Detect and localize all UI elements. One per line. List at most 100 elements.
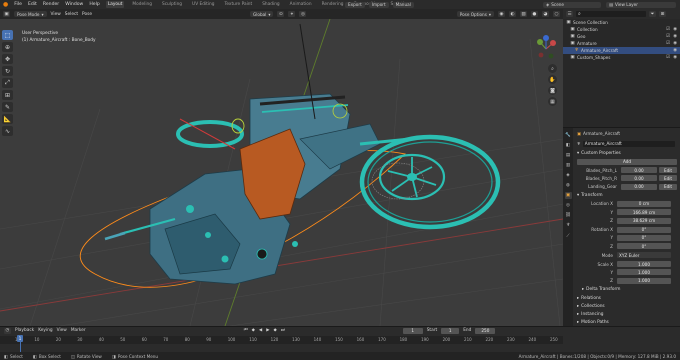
scene-field[interactable]: ◈ Scene: [543, 1, 601, 8]
play-reverse-icon[interactable]: ◀: [259, 328, 262, 333]
transform-tool-icon[interactable]: ⊞: [2, 90, 13, 100]
playhead-frame-indicator[interactable]: 1: [17, 335, 23, 342]
collections-header[interactable]: ▸ Collections: [577, 303, 677, 310]
edit-property-button[interactable]: Edit: [659, 183, 677, 190]
jump-start-icon[interactable]: ⏮: [244, 328, 248, 333]
output-tab-icon[interactable]: ▤: [565, 152, 572, 159]
custom-properties-header[interactable]: ▾ Custom Properties: [577, 150, 677, 157]
jump-end-icon[interactable]: ⏭: [281, 328, 285, 333]
cursor-tool-icon[interactable]: ⊕: [2, 42, 13, 52]
rotation-mode-dropdown[interactable]: XYZ Euler: [617, 252, 671, 259]
checkbox-icon[interactable]: ☑: [666, 41, 670, 46]
eye-icon[interactable]: ◉: [673, 34, 677, 39]
location-y-field[interactable]: 166.89 cm: [617, 209, 671, 216]
editor-type-icon[interactable]: ▣: [3, 11, 10, 17]
outliner-row-armature-aircraft[interactable]: ♆ Armature_Aircraft ◉: [563, 47, 680, 54]
custom-prop-value[interactable]: 0.00: [621, 167, 657, 174]
render-tab-icon[interactable]: ◧: [565, 142, 572, 149]
tab-rendering[interactable]: Rendering: [320, 1, 346, 8]
eye-icon[interactable]: ◉: [673, 41, 677, 46]
overlays-icon[interactable]: ◐: [509, 11, 516, 17]
tab-shading[interactable]: Shading: [260, 1, 281, 8]
tab-sculpting[interactable]: Sculpting: [160, 1, 184, 8]
menu-view[interactable]: View: [51, 12, 61, 17]
physics-tab-icon[interactable]: ◎: [565, 202, 572, 209]
proportional-edit-icon[interactable]: ◎: [299, 11, 307, 17]
custom-prop-value[interactable]: 0.00: [621, 175, 657, 182]
menu-edit[interactable]: Edit: [28, 2, 37, 7]
move-tool-icon[interactable]: ✥: [2, 54, 13, 64]
tab-layout[interactable]: Layout: [105, 1, 125, 8]
add-property-button[interactable]: Add: [577, 158, 677, 165]
view-layer-selector[interactable]: ▤ View Layer: [606, 1, 676, 8]
object-tab-icon[interactable]: ▣: [564, 192, 572, 199]
instancing-header[interactable]: ▸ Instancing: [577, 311, 677, 318]
object-data-tab-icon[interactable]: ♆: [565, 222, 572, 229]
scale-z-field[interactable]: 1.000: [617, 277, 671, 284]
menu-help[interactable]: Help: [89, 2, 99, 7]
camera-icon[interactable]: ◙: [548, 86, 557, 95]
checkbox-icon[interactable]: ☑: [666, 55, 670, 60]
tab-texture-paint[interactable]: Texture Paint: [222, 1, 254, 8]
edit-property-button[interactable]: Edit: [659, 175, 677, 182]
start-frame-field[interactable]: 1: [441, 327, 460, 334]
visibility-icon[interactable]: ◉: [498, 11, 505, 17]
eye-icon[interactable]: ◉: [673, 27, 677, 32]
timeline-ruler[interactable]: 1102030405060708090100110120130140150160…: [0, 336, 563, 344]
outliner-row-armature[interactable]: ▣ Armature ☑ ◉: [563, 40, 680, 47]
pan-hand-icon[interactable]: ✋: [548, 75, 557, 84]
measure-tool-icon[interactable]: 📐: [2, 114, 13, 124]
scene-selector[interactable]: ◈ Scene: [543, 1, 601, 8]
current-frame-field[interactable]: 1: [402, 327, 423, 334]
tool-tab-icon[interactable]: 🔧: [565, 132, 572, 139]
zoom-icon[interactable]: ⌕: [548, 64, 557, 73]
menu-pose[interactable]: Pose: [82, 12, 92, 17]
annotate-tool-icon[interactable]: ✎: [2, 102, 13, 112]
filter-icon[interactable]: ⏷: [649, 11, 656, 17]
navigation-gizmo[interactable]: [537, 35, 556, 59]
scene-tab-icon[interactable]: ◈: [565, 172, 572, 179]
menu-render[interactable]: Render: [43, 2, 59, 7]
menu-window[interactable]: Window: [65, 2, 83, 7]
outliner-row-geo[interactable]: ▣ Geo ☑ ◉: [563, 33, 680, 40]
end-frame-field[interactable]: 250: [475, 327, 496, 334]
orientation-dropdown[interactable]: Global ▾: [249, 11, 274, 17]
menu-keying[interactable]: Keying: [38, 328, 52, 333]
snap-icon[interactable]: ⌖: [288, 11, 296, 17]
outliner-row-scene-collection[interactable]: ▣ Scene Collection: [563, 19, 680, 26]
world-tab-icon[interactable]: ◍: [565, 182, 572, 189]
relations-header[interactable]: ▸ Relations: [577, 295, 677, 302]
bone-tab-icon[interactable]: ⟋: [565, 232, 572, 239]
pose-options-dropdown[interactable]: Pose Options ▾: [456, 11, 494, 17]
view-layer-field[interactable]: ▤ View Layer: [606, 1, 676, 8]
menu-marker[interactable]: Marker: [71, 328, 86, 333]
checkbox-icon[interactable]: ☑: [666, 27, 670, 32]
rotation-x-field[interactable]: 0°: [617, 226, 671, 233]
pivot-icon[interactable]: ⊙: [277, 11, 285, 17]
outliner-search-input[interactable]: ⌕: [576, 11, 646, 17]
relax-pose-tool-icon[interactable]: ∿: [2, 126, 13, 136]
eye-icon[interactable]: ◉: [673, 48, 677, 53]
outliner-editor-icon[interactable]: ☰: [566, 11, 573, 17]
timeline-editor-icon[interactable]: ◷: [4, 327, 11, 334]
3d-viewport[interactable]: User Perspective (1) Armature_Aircraft :…: [0, 19, 563, 326]
next-keyframe-icon[interactable]: ◆: [274, 328, 277, 333]
delta-transform-header[interactable]: ▸ Delta Transform: [577, 286, 677, 293]
xray-icon[interactable]: ▨: [520, 11, 527, 17]
menu-file[interactable]: File: [14, 2, 22, 7]
tab-modeling[interactable]: Modeling: [130, 1, 154, 8]
transform-header[interactable]: ▾ Transform: [577, 192, 677, 199]
menu-select[interactable]: Select: [65, 12, 78, 17]
rotation-z-field[interactable]: 0°: [617, 243, 671, 250]
tab-uv-editing[interactable]: UV Editing: [190, 1, 216, 8]
outliner-row-collection[interactable]: ▣ Collection ☑ ◉: [563, 26, 680, 33]
play-icon[interactable]: ▶: [266, 328, 269, 333]
rotate-tool-icon[interactable]: ↻: [2, 66, 13, 76]
eye-icon[interactable]: ◉: [673, 55, 677, 60]
blender-logo-icon[interactable]: ●: [3, 1, 8, 8]
import-button[interactable]: Import: [368, 1, 389, 8]
location-x-field[interactable]: 0 cm: [617, 200, 671, 207]
rotation-y-field[interactable]: 0°: [617, 234, 671, 241]
scale-tool-icon[interactable]: ⤢: [2, 78, 13, 88]
rendered-shading-icon[interactable]: ○: [553, 11, 560, 17]
